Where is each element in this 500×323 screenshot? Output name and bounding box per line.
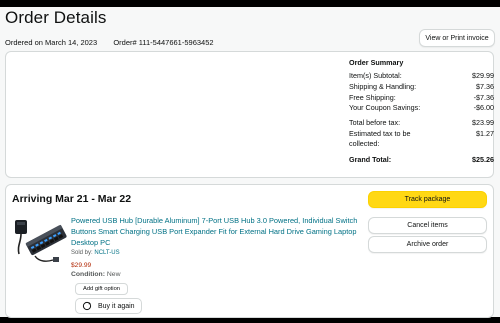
product-price: $29.99 (71, 262, 92, 269)
summary-row-shipping: Shipping & Handling: $7.36 (349, 82, 494, 93)
summary-value: $7.36 (476, 81, 494, 91)
product-image[interactable] (13, 212, 69, 268)
summary-label: Free Shipping: (349, 92, 396, 102)
seller-link[interactable]: NCLT-US (94, 250, 119, 256)
summary-row-grand-total: Grand Total: $25.26 (349, 155, 494, 166)
summary-row-subtotal: Item(s) Subtotal: $29.99 (349, 71, 494, 82)
condition-label: Condition: (71, 271, 105, 278)
summary-label: Estimated tax to be collected: (349, 128, 411, 148)
order-summary: Order Summary Item(s) Subtotal: $29.99 S… (349, 58, 494, 166)
order-summary-card: Order Summary Item(s) Subtotal: $29.99 S… (5, 51, 494, 178)
product-title-link[interactable]: Powered USB Hub [Durable Aluminum] 7-Por… (71, 215, 361, 248)
summary-value: -$6.00 (473, 103, 494, 113)
add-gift-option-button[interactable]: Add gift option (75, 283, 128, 295)
view-invoice-button[interactable]: View or Print invoice (419, 29, 495, 47)
buy-it-again-button[interactable]: Buy it again (75, 298, 142, 314)
order-meta: Ordered on March 14, 2023 Order# 111-544… (5, 38, 214, 47)
refresh-icon (82, 301, 92, 311)
summary-row-total-before-tax: Total before tax: $23.99 (349, 118, 494, 129)
summary-value: $23.99 (472, 118, 494, 128)
archive-order-button[interactable]: Archive order (368, 236, 487, 253)
order-number: Order# 111-5447661-5963452 (113, 38, 214, 47)
seller-line: Sold by: NCLT-US (71, 250, 120, 256)
summary-row-tax: Estimated tax to be collected: $1.27 (349, 129, 494, 149)
summary-label: Grand Total: (349, 154, 392, 164)
shipment-card: Arriving Mar 21 - Mar 22 Track package C… (5, 184, 494, 318)
order-date: Ordered on March 14, 2023 (5, 38, 98, 47)
summary-label: Your Coupon Savings: (349, 103, 421, 113)
summary-label: Total before tax: (349, 118, 401, 128)
buy-it-again-label: Buy it again (98, 302, 135, 310)
condition-line: Condition: New (71, 271, 120, 278)
sold-by-label: Sold by: (71, 250, 93, 256)
summary-value: $29.99 (472, 71, 494, 80)
track-package-button[interactable]: Track package (368, 191, 487, 208)
meta-separator (99, 38, 111, 47)
order-summary-heading: Order Summary (349, 58, 404, 67)
summary-label: Shipping & Handling: (349, 81, 417, 91)
summary-label: Item(s) Subtotal: (349, 71, 402, 80)
order-details-screen: Order Details Ordered on March 14, 2023 … (0, 7, 500, 318)
condition-value: New (106, 271, 121, 278)
cancel-items-button[interactable]: Cancel items (368, 217, 487, 234)
summary-value: -$7.36 (473, 92, 494, 102)
summary-value: $25.26 (472, 154, 494, 164)
arrival-heading: Arriving Mar 21 - Mar 22 (12, 193, 132, 205)
summary-row-free-shipping: Free Shipping: -$7.36 (349, 93, 494, 104)
summary-row-coupon: Your Coupon Savings: -$6.00 (349, 103, 494, 114)
page-title: Order Details (5, 8, 107, 27)
summary-value: $1.27 (476, 128, 494, 138)
